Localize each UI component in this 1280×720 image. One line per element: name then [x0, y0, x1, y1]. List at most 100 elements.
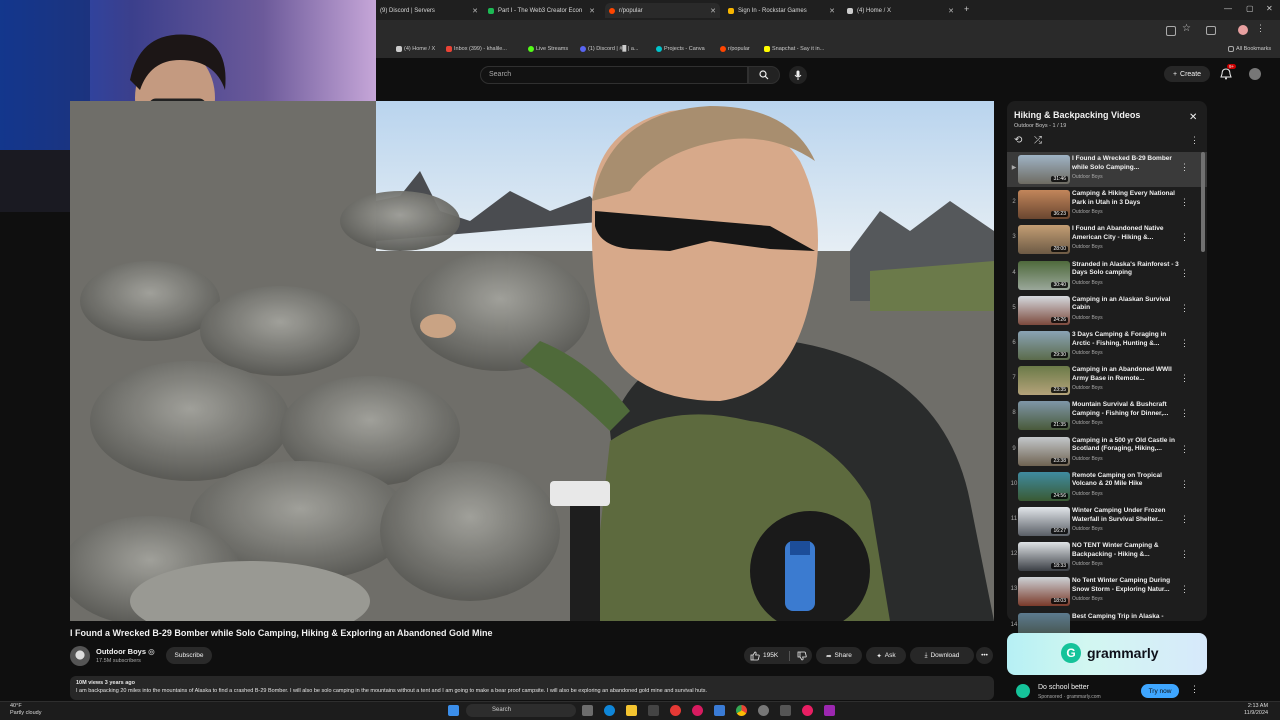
like-button[interactable]: 195K — [744, 647, 812, 664]
video-player[interactable] — [70, 101, 994, 621]
playlist-item[interactable]: 13 18:03 No Tent Winter Camping During Sno… — [1007, 574, 1207, 609]
playlist-item-menu-icon[interactable]: ⋮ — [1180, 268, 1189, 279]
star-icon[interactable]: ☆ — [1182, 23, 1191, 34]
channel-name[interactable]: Outdoor Boys ◎ — [96, 647, 155, 656]
close-tab-icon[interactable]: ✕ — [472, 7, 478, 15]
playlist-item[interactable]: 3 28:00 I Found an Abandoned Native Americ… — [1007, 222, 1207, 257]
search-placeholder: Search — [489, 71, 512, 78]
file-explorer-icon[interactable] — [626, 705, 637, 716]
browser-tab[interactable]: Part I - The Web3 Creator Econ ✕ — [484, 3, 599, 18]
store-icon[interactable] — [648, 705, 659, 716]
edge-icon[interactable] — [604, 705, 615, 716]
ad-banner[interactable]: G grammarly — [1007, 633, 1207, 675]
playlist-item-duration: 24:56 — [1051, 492, 1068, 499]
taskbar-search[interactable]: Search — [466, 704, 576, 717]
playlist-item-menu-icon[interactable]: ⋮ — [1180, 444, 1189, 455]
more-actions-button[interactable]: ••• — [976, 647, 993, 664]
maximize-icon[interactable]: ▢ — [1246, 4, 1254, 13]
browser-tab[interactable]: Sign In - Rockstar Games ✕ — [724, 3, 839, 18]
settings-icon[interactable] — [758, 705, 769, 716]
playlist-item[interactable]: 12 18:33 NO TENT Winter Camping & Backpack… — [1007, 539, 1207, 574]
subscribe-button[interactable]: Subscribe — [166, 647, 212, 664]
start-icon[interactable] — [448, 705, 459, 716]
playlist-item-menu-icon[interactable]: ⋮ — [1180, 549, 1189, 560]
close-tab-icon[interactable]: ✕ — [589, 7, 595, 15]
playlist-item[interactable]: 9 23:38 Camping in a 500 yr Old Castle in … — [1007, 434, 1207, 469]
bookmark[interactable]: (4) Home / X — [396, 46, 435, 52]
loop-icon[interactable]: ⟲ — [1014, 135, 1022, 146]
playlist-item[interactable]: 6 29:30 3 Days Camping & Foraging in Arcti… — [1007, 328, 1207, 363]
close-tab-icon[interactable]: ✕ — [710, 7, 716, 15]
try-now-button[interactable]: Try now — [1141, 684, 1179, 698]
system-clock[interactable]: 2:13 AM 11/9/2024 — [1244, 703, 1268, 717]
bookmark[interactable]: Live Streams — [528, 46, 568, 52]
profile-avatar[interactable] — [1238, 25, 1248, 35]
app-icon[interactable] — [802, 705, 813, 716]
extensions-icon[interactable] — [1206, 26, 1216, 35]
close-tab-icon[interactable]: ✕ — [829, 7, 835, 15]
playlist-menu-icon[interactable]: ⋮ — [1190, 135, 1199, 146]
playlist-item-menu-icon[interactable]: ⋮ — [1180, 338, 1189, 349]
app-icon[interactable] — [780, 705, 791, 716]
notifications-button[interactable]: 9+ — [1220, 64, 1237, 81]
shuffle-icon[interactable]: ⤮ — [1034, 135, 1042, 146]
playlist-item-menu-icon[interactable]: ⋮ — [1180, 162, 1189, 173]
app-icon[interactable] — [670, 705, 681, 716]
address-bar[interactable]: ☆ ⋮ — [376, 20, 1280, 42]
description-box[interactable]: 10M views 3 years ago I am backpacking 2… — [70, 676, 994, 700]
all-bookmarks[interactable]: All Bookmarks — [1228, 46, 1271, 52]
playlist-title[interactable]: Hiking & Backpacking Videos — [1014, 110, 1140, 120]
playlist-item-menu-icon[interactable]: ⋮ — [1180, 584, 1189, 595]
playlist-item[interactable]: 2 36:23 Camping & Hiking Every National Pa… — [1007, 187, 1207, 222]
close-window-icon[interactable]: ✕ — [1266, 4, 1273, 13]
browser-tab[interactable]: (9) Discord | Servers ✕ — [376, 3, 482, 18]
app-icon[interactable] — [824, 705, 835, 716]
install-app-icon[interactable] — [1166, 26, 1176, 36]
bookmark[interactable]: Projects - Canva — [656, 46, 705, 52]
playlist-item[interactable]: 10 24:56 Remote Camping on Tropical Volcan… — [1007, 469, 1207, 504]
chrome-icon[interactable] — [736, 705, 747, 716]
playlist-item-menu-icon[interactable]: ⋮ — [1180, 479, 1189, 490]
search-input[interactable]: Search — [480, 66, 748, 84]
reddit-icon — [720, 46, 726, 52]
browser-tab-active[interactable]: r/popular ✕ — [605, 3, 720, 18]
create-button[interactable]: + Create — [1164, 66, 1210, 82]
bookmark[interactable]: r/popular — [720, 46, 750, 52]
browser-tab[interactable]: (4) Home / X ✕ — [843, 3, 958, 18]
playlist-item-menu-icon[interactable]: ⋮ — [1180, 303, 1189, 314]
search-button[interactable] — [748, 66, 780, 84]
playlist-item[interactable]: 5 24:26 Camping in an Alaskan Survival Cab… — [1007, 293, 1207, 328]
close-playlist-icon[interactable]: ✕ — [1189, 112, 1197, 123]
download-button[interactable]: ⤓ Download — [910, 647, 974, 664]
minimize-icon[interactable]: — — [1224, 4, 1232, 13]
weather-widget[interactable]: 40°F Partly cloudy — [10, 703, 42, 717]
ad-menu-icon[interactable]: ⋮ — [1190, 684, 1199, 695]
playlist-scrollbar[interactable] — [1201, 152, 1205, 252]
playlist-item[interactable]: 11 16:27 Winter Camping Under Frozen Water… — [1007, 504, 1207, 539]
playlist-item-menu-icon[interactable]: ⋮ — [1180, 373, 1189, 384]
bookmark[interactable]: Inbox (399) - khalile... — [446, 46, 507, 52]
bookmark[interactable]: (1) Discord | #█ | a... — [580, 46, 638, 52]
ask-button[interactable]: ✦ Ask — [866, 647, 906, 664]
bookmark[interactable]: Snapchat - Say it in... — [764, 46, 824, 52]
voice-search-button[interactable] — [789, 66, 807, 84]
app-icon[interactable] — [714, 705, 725, 716]
app-icon[interactable] — [692, 705, 703, 716]
advertiser-avatar[interactable] — [1016, 684, 1030, 698]
account-avatar[interactable] — [1249, 68, 1261, 80]
playlist-item-menu-icon[interactable]: ⋮ — [1180, 232, 1189, 243]
playlist-item[interactable]: 8 21:35 Mountain Survival & Bushcraft Camp… — [1007, 398, 1207, 433]
playlist-item-menu-icon[interactable]: ⋮ — [1180, 197, 1189, 208]
channel-avatar[interactable] — [70, 646, 90, 666]
close-tab-icon[interactable]: ✕ — [948, 7, 954, 15]
clock-date: 11/9/2024 — [1244, 710, 1269, 716]
playlist-item[interactable]: 7 23:35 Camping in an Abandoned WWII Army … — [1007, 363, 1207, 398]
playlist-item[interactable]: ▶ 31:46 I Found a Wrecked B-29 Bomber whil… — [1007, 152, 1207, 187]
share-button[interactable]: ➦ Share — [816, 647, 862, 664]
browser-menu-icon[interactable]: ⋮ — [1256, 23, 1265, 34]
task-view-icon[interactable] — [582, 705, 593, 716]
playlist-item[interactable]: 4 30:40 Stranded in Alaska's Rainforest - … — [1007, 258, 1207, 293]
new-tab-icon[interactable]: + — [964, 4, 969, 14]
playlist-item-menu-icon[interactable]: ⋮ — [1180, 408, 1189, 419]
playlist-item-menu-icon[interactable]: ⋮ — [1180, 514, 1189, 525]
